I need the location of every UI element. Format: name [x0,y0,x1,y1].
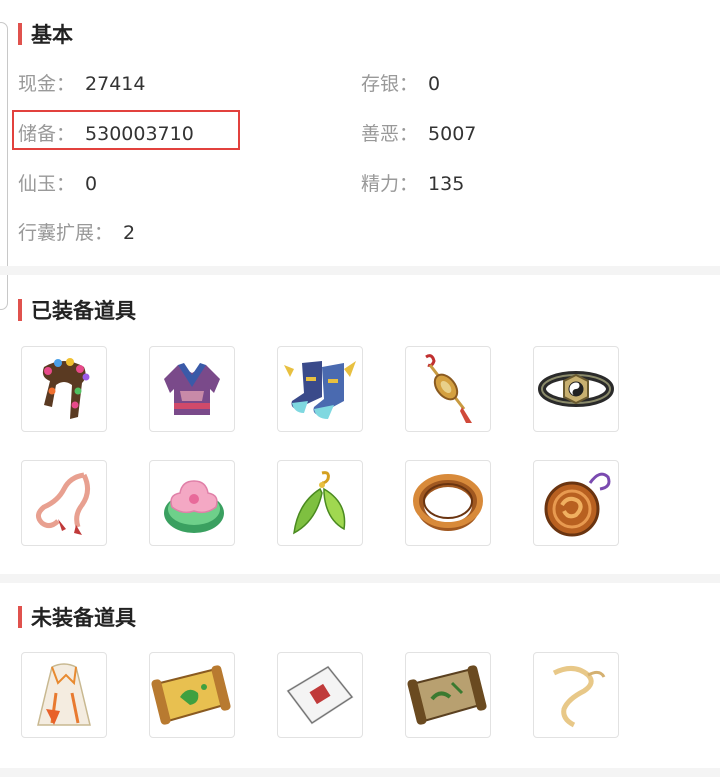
field-value: 0 [428,73,441,95]
section-divider [0,574,720,583]
winged-boots-icon[interactable] [277,346,363,432]
field-label: 精力： [361,173,419,195]
accent-bar [18,23,22,45]
section-title-text: 基本 [31,23,73,47]
white-robe-icon[interactable] [21,652,107,738]
field-label: 善恶： [361,123,419,145]
field-reserve: 储备： 530003710 [18,119,194,146]
field-label: 行囊扩展： [18,222,114,244]
bagua-belt-icon[interactable] [533,346,619,432]
dragon-medallion-icon[interactable] [533,460,619,546]
field-jade: 仙玉： 0 [18,169,97,196]
field-deposit: 存银： 0 [361,69,440,96]
section-unequipped-title: 未装备道具 [18,605,136,630]
field-label: 存银： [361,73,419,95]
field-label: 储备： [18,123,76,145]
section-basic-title: 基本 [18,22,73,47]
field-value: 5007 [428,123,477,145]
field-value: 0 [85,173,98,195]
field-energy: 精力： 135 [361,169,464,196]
leaf-earring-icon[interactable] [277,460,363,546]
bronze-ring-icon[interactable] [405,460,491,546]
jade-pendant-icon[interactable] [405,346,491,432]
section-equipped-title: 已装备道具 [18,298,136,323]
section-title-text: 未装备道具 [31,606,136,630]
accent-bar [18,299,22,321]
field-label: 现金： [18,73,76,95]
purple-armor-icon[interactable] [149,346,235,432]
old-map-icon[interactable] [405,652,491,738]
treasure-map-icon[interactable] [149,652,235,738]
field-value: 530003710 [85,123,194,145]
field-value: 2 [123,222,136,244]
field-value: 135 [428,173,465,195]
section-divider [0,768,720,777]
lotus-jade-icon[interactable] [149,460,235,546]
section-title-text: 已装备道具 [31,299,136,323]
golden-ribbon-icon[interactable] [533,652,619,738]
flower-scarf-icon[interactable] [21,346,107,432]
field-bag-expansion: 行囊扩展： 2 [18,218,135,245]
accent-bar [18,606,22,628]
pink-ribbon-icon[interactable] [21,460,107,546]
sealed-envelope-icon[interactable] [277,652,363,738]
section-divider [0,266,720,275]
field-cash: 现金： 27414 [18,69,145,96]
field-label: 仙玉： [18,173,76,195]
field-karma: 善恶： 5007 [361,119,476,146]
field-value: 27414 [85,73,146,95]
